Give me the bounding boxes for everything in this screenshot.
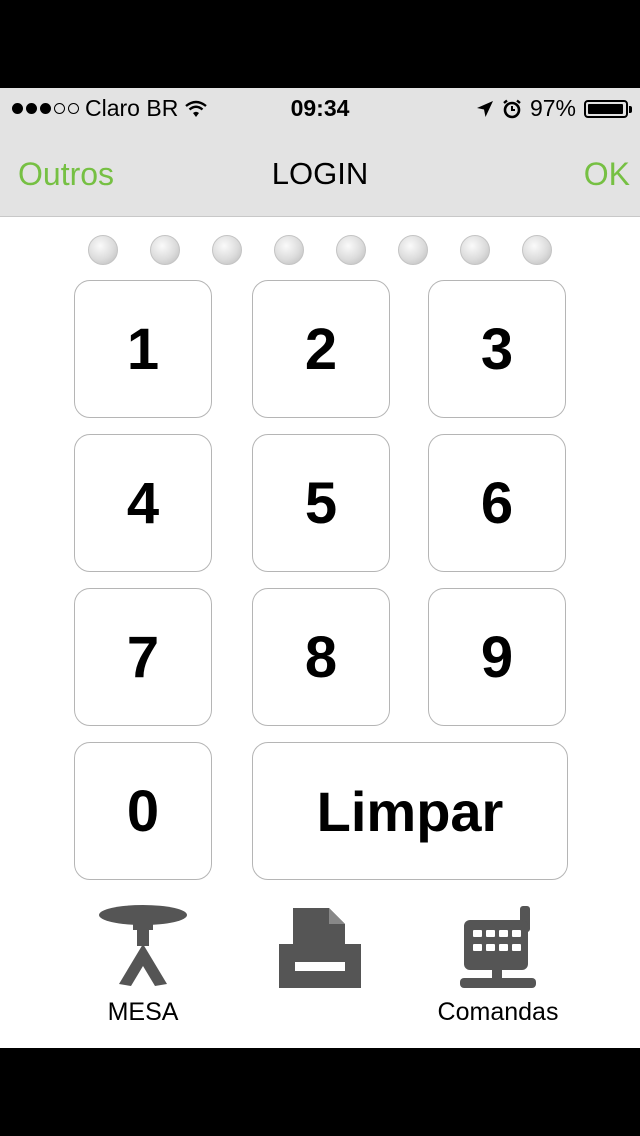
pin-dot xyxy=(522,235,552,265)
app-screen: Claro BR 09:34 97% Outros LOGIN OK 1 2 3… xyxy=(0,88,640,1048)
pin-dot xyxy=(274,235,304,265)
pin-dot xyxy=(150,235,180,265)
status-bar: Claro BR 09:34 97% xyxy=(0,88,640,128)
pin-dot xyxy=(88,235,118,265)
printer-icon xyxy=(279,908,361,988)
clear-button[interactable]: Limpar xyxy=(252,742,568,880)
location-arrow-icon xyxy=(476,100,493,117)
comandas-label: Comandas xyxy=(437,998,559,1026)
page-title: LOGIN xyxy=(271,156,369,191)
key-8[interactable]: 8 xyxy=(252,588,390,726)
pin-dot xyxy=(336,235,366,265)
pin-dot xyxy=(460,235,490,265)
pin-dot xyxy=(398,235,428,265)
printer-tab[interactable] xyxy=(240,896,400,1036)
key-1[interactable]: 1 xyxy=(74,280,212,418)
key-4[interactable]: 4 xyxy=(74,434,212,572)
pin-dot xyxy=(212,235,242,265)
top-bar: Claro BR 09:34 97% Outros LOGIN OK xyxy=(0,88,640,217)
table-icon xyxy=(99,905,187,986)
pos-terminal-icon xyxy=(460,906,536,988)
battery-icon xyxy=(584,99,632,118)
key-2[interactable]: 2 xyxy=(252,280,390,418)
ok-button[interactable]: OK xyxy=(584,156,630,193)
mesa-tab[interactable]: MESA xyxy=(63,896,223,1036)
alarm-icon xyxy=(503,99,521,118)
nav-bar: Outros LOGIN OK xyxy=(0,128,640,216)
battery-percent: 97% xyxy=(529,95,576,121)
pin-indicator xyxy=(88,235,568,267)
comandas-tab[interactable]: Comandas xyxy=(418,896,578,1036)
bottom-toolbar: MESA Comandas xyxy=(0,896,640,1048)
key-3[interactable]: 3 xyxy=(428,280,566,418)
key-6[interactable]: 6 xyxy=(428,434,566,572)
key-0[interactable]: 0 xyxy=(74,742,212,880)
status-right: 97% xyxy=(476,95,632,122)
key-7[interactable]: 7 xyxy=(74,588,212,726)
key-5[interactable]: 5 xyxy=(252,434,390,572)
key-9[interactable]: 9 xyxy=(428,588,566,726)
mesa-label: MESA xyxy=(107,998,179,1026)
